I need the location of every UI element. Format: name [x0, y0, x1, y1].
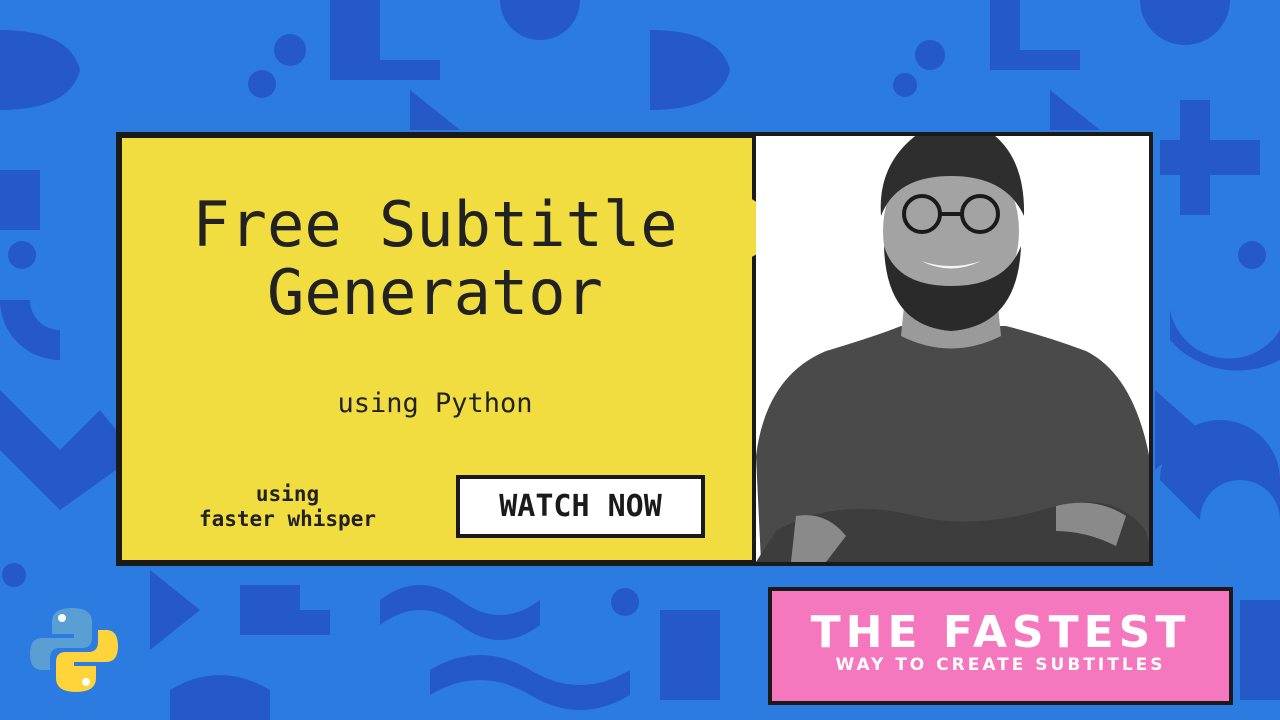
python-logo-icon — [30, 608, 118, 692]
fastest-banner: THE FASTEST WAY TO CREATE SUBTITLES — [768, 587, 1233, 705]
presenter-photo — [756, 136, 1149, 562]
library-caption-line-2: faster whisper — [198, 507, 376, 531]
library-caption-line-1: using — [255, 482, 320, 506]
thumbnail-card: Free Subtitle Generator using Python usi… — [116, 132, 1153, 566]
title-line-1: Free Subtitle — [192, 188, 678, 261]
title-line-2: Generator — [267, 256, 603, 329]
watch-now-button[interactable]: WATCH NOW — [456, 475, 705, 538]
library-caption: using faster whisper — [160, 482, 415, 532]
banner-headline: THE FASTEST — [810, 607, 1191, 658]
banner-tagline: WAY TO CREATE SUBTITLES — [835, 655, 1166, 675]
page-title: Free Subtitle Generator — [120, 191, 750, 327]
subtitle: using Python — [337, 388, 533, 419]
